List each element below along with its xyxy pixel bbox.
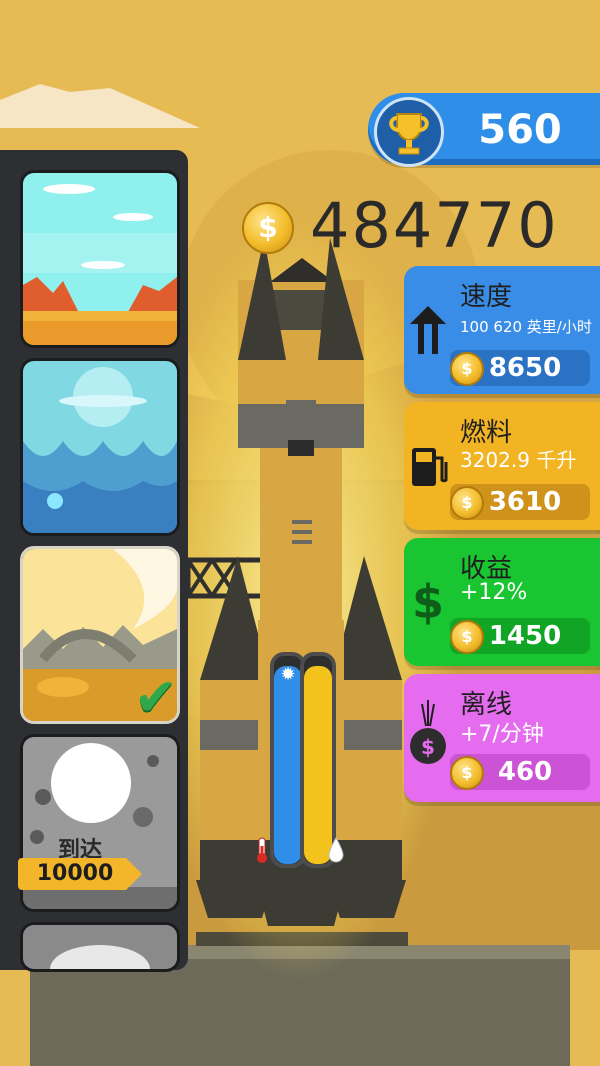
level-ice-planet[interactable] [20, 358, 180, 536]
offline-subtitle: +7/分钟 [460, 722, 544, 747]
fuel-pump-icon [404, 402, 452, 530]
income-price: 1450 [488, 621, 562, 651]
offline-price: 460 [497, 757, 553, 787]
fuel-subtitle: 3202.9 千升 [460, 448, 577, 472]
thermometer-icon [254, 836, 270, 864]
speed-subtitle: 100 620 英里/小时 [460, 318, 592, 336]
arrive-value: 10000 [36, 861, 114, 886]
selected-check-icon: ✔ [134, 668, 178, 728]
dollar-icon: $ [411, 575, 444, 629]
temperature-gauge-fill [274, 666, 302, 864]
speed-price: 8650 [488, 353, 562, 383]
speed-arrows-icon [404, 266, 452, 394]
droplet-icon [328, 836, 344, 864]
speed-title: 速度 [460, 282, 513, 312]
level-next[interactable] [20, 922, 180, 972]
fuel-price: 3610 [488, 487, 562, 517]
fuel-gauge-fill [304, 666, 332, 864]
level-earth-sky[interactable] [20, 170, 180, 348]
trophy-value: 560 [478, 107, 562, 153]
snowflake-icon: ✹ [280, 664, 296, 685]
income-subtitle: +12% [460, 580, 528, 605]
svg-text:$: $ [421, 735, 435, 759]
coin-icon: $ [242, 202, 294, 254]
money-bag-icon: $ [404, 674, 452, 802]
trophy-icon [374, 97, 444, 167]
coins-value: 484770 [310, 189, 559, 262]
